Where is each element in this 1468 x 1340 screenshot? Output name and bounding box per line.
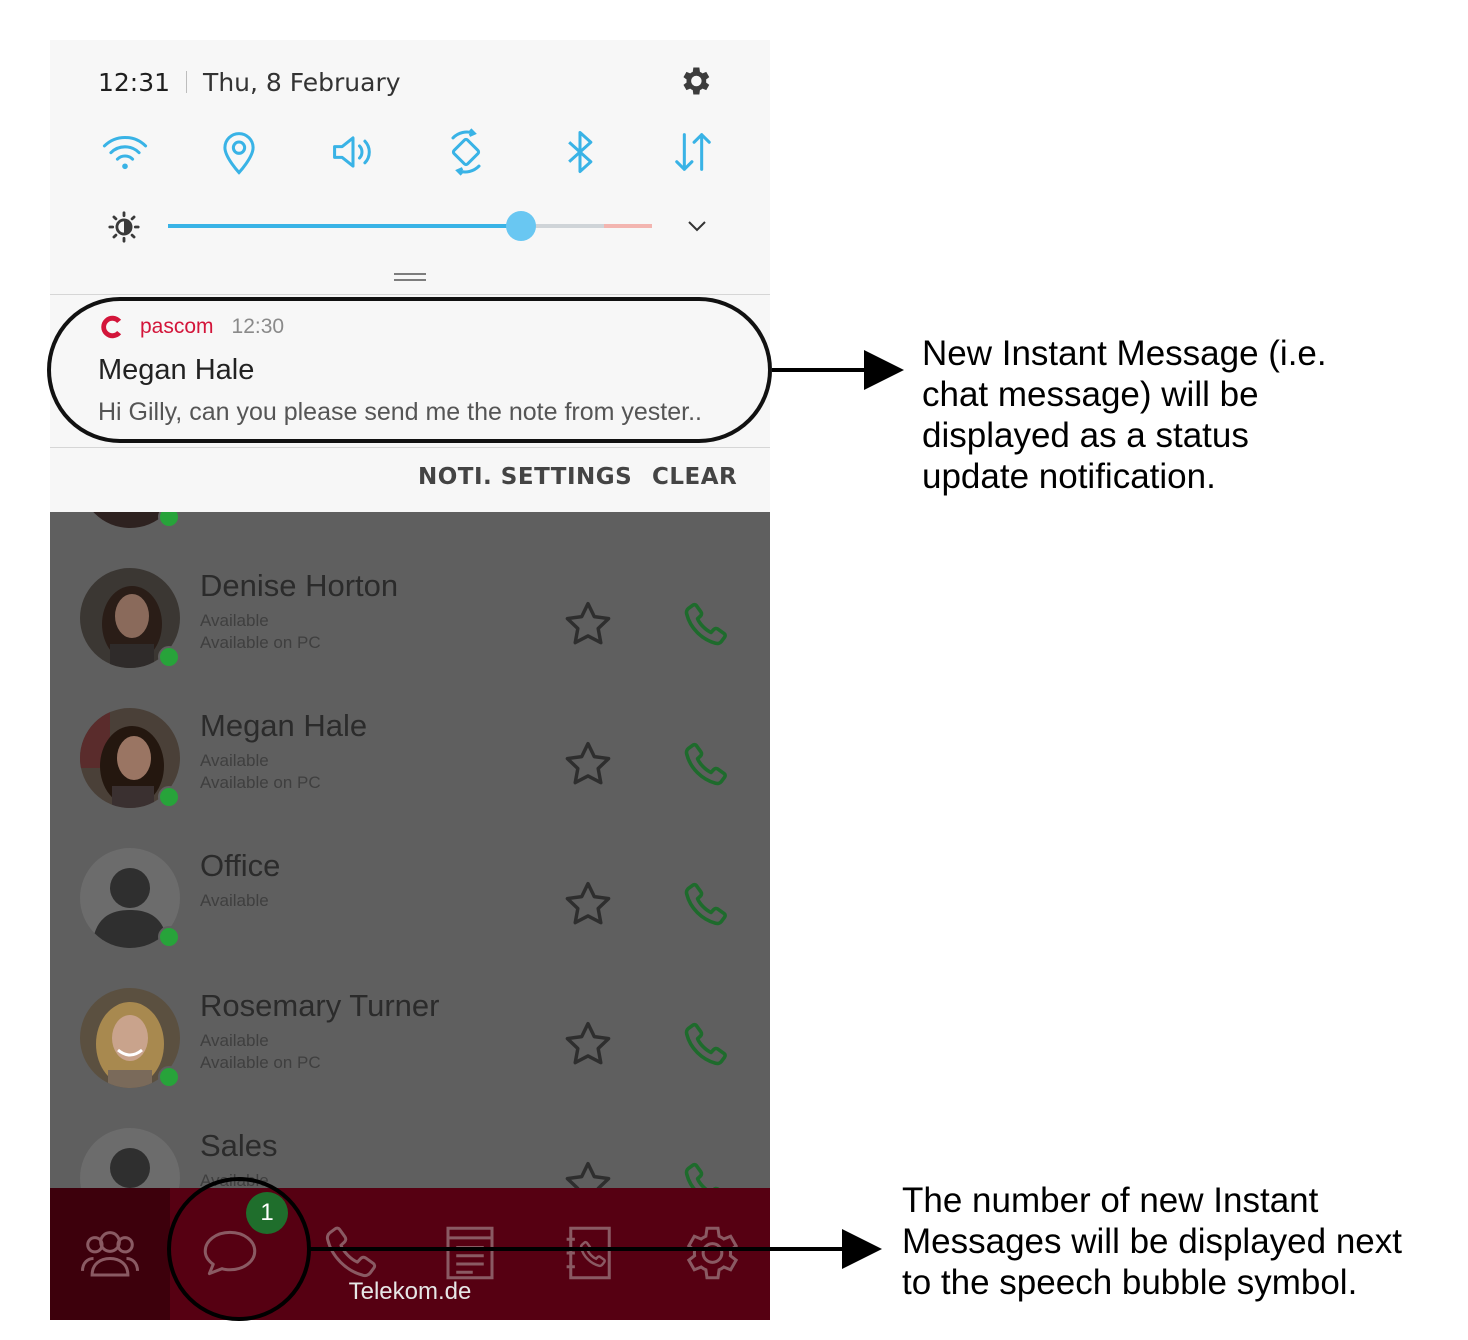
phone-icon [325, 1226, 377, 1278]
status-row: 12:31 Thu, 8 February [98, 64, 401, 100]
presence-detail: Available on PC [200, 773, 321, 792]
notification-callout: New Instant Message (i.e. chat message) … [922, 333, 1327, 497]
contact-name: Denise Horton [200, 568, 399, 603]
badge-callout: The number of new Instant Messages will … [902, 1180, 1402, 1303]
settings-icon [686, 1226, 739, 1280]
presence-dot [158, 646, 180, 668]
list-item[interactable]: Office Available [50, 848, 770, 988]
favorite-star-icon[interactable] [562, 598, 614, 650]
wifi-icon[interactable] [99, 126, 151, 178]
brightness-fill [168, 224, 522, 228]
location-icon[interactable] [213, 126, 265, 178]
notification-body: Hi Gilly, can you please send me the not… [98, 398, 702, 426]
callout-line: to the speech bubble symbol. [902, 1263, 1358, 1302]
phonebook-icon [566, 1226, 611, 1280]
gear-icon[interactable] [677, 63, 713, 99]
brightness-slider[interactable] [168, 211, 652, 241]
presence-status: Available [200, 611, 269, 630]
callout-line: displayed as a status [922, 416, 1249, 455]
divider [186, 71, 188, 93]
callout-line: chat message) will be [922, 375, 1259, 414]
phone-icon[interactable] [678, 598, 732, 652]
date: Thu, 8 February [203, 67, 401, 97]
divider [50, 294, 770, 295]
mobile-data-icon[interactable] [667, 126, 719, 178]
callout-line: The number of new Instant [902, 1181, 1319, 1220]
pascom-logo-icon [101, 315, 122, 339]
presence-dot [158, 1066, 180, 1088]
divider [50, 447, 770, 448]
journal-icon [446, 1226, 494, 1280]
list-item[interactable]: Megan Hale Available Available on PC [50, 708, 770, 848]
auto-rotate-icon[interactable] [440, 126, 492, 178]
presence-status: Available [200, 751, 269, 770]
contact-name: Megan Hale [200, 708, 368, 743]
sound-icon[interactable] [327, 126, 379, 178]
contacts-icon [80, 1231, 140, 1277]
callout-line: New Instant Message (i.e. [922, 334, 1327, 373]
presence-dot [158, 786, 180, 808]
callout-line: update notification. [922, 457, 1216, 496]
drag-handle[interactable] [394, 272, 426, 282]
contact-name: Office [200, 848, 281, 883]
avatar [80, 988, 180, 1088]
brightness-icon [108, 211, 140, 243]
notification-time: 12:30 [231, 315, 285, 338]
unread-badge: 1 [246, 1192, 288, 1234]
chevron-down-icon[interactable] [682, 214, 712, 238]
clear-button[interactable]: CLEAR [652, 464, 737, 490]
contact-name: Rosemary Turner [200, 988, 440, 1023]
carrier-label: Telekom.de [348, 1278, 472, 1305]
notification-header: pascom 12:30 [98, 310, 284, 344]
contact-status: Available Available on PC [200, 610, 321, 654]
list-item[interactable]: Rosemary Turner Available Available on P… [50, 988, 770, 1128]
presence-status: Available [200, 1031, 269, 1050]
favorite-star-icon[interactable] [562, 878, 614, 930]
phone-icon[interactable] [678, 1018, 732, 1072]
phone-icon[interactable] [678, 738, 732, 792]
callout-line: Messages will be displayed next [902, 1222, 1402, 1261]
phone-icon[interactable] [678, 878, 732, 932]
favorite-star-icon[interactable] [562, 738, 614, 790]
notification-shade: 12:31 Thu, 8 February pascom 12:30 Megan… [50, 40, 770, 512]
noti-settings-button[interactable]: NOTI. SETTINGS [418, 464, 632, 490]
favorite-star-icon[interactable] [562, 1018, 614, 1070]
contact-status: Available Available on PC [200, 750, 321, 794]
presence-detail: Available on PC [200, 1053, 321, 1072]
presence-dot [158, 926, 180, 948]
list-item[interactable]: Denise Horton Available Available on PC [50, 568, 770, 708]
phone-screen: Denise Horton Available Available on PC … [50, 40, 770, 1320]
contact-status: Available [200, 890, 269, 912]
chat-icon [203, 1230, 257, 1276]
brightness-thumb[interactable] [506, 211, 537, 241]
presence-status: Available [200, 891, 269, 910]
contact-name: Sales [200, 1128, 278, 1163]
notification-title: Megan Hale [98, 354, 255, 386]
avatar [80, 708, 180, 808]
avatar [80, 848, 180, 948]
brightness-warning-zone [604, 224, 652, 228]
bluetooth-icon[interactable] [554, 126, 606, 178]
presence-detail: Available on PC [200, 633, 321, 652]
contact-status: Available Available on PC [200, 1030, 321, 1074]
clock: 12:31 [98, 67, 171, 97]
avatar [80, 568, 180, 668]
app-name: pascom [140, 315, 214, 338]
